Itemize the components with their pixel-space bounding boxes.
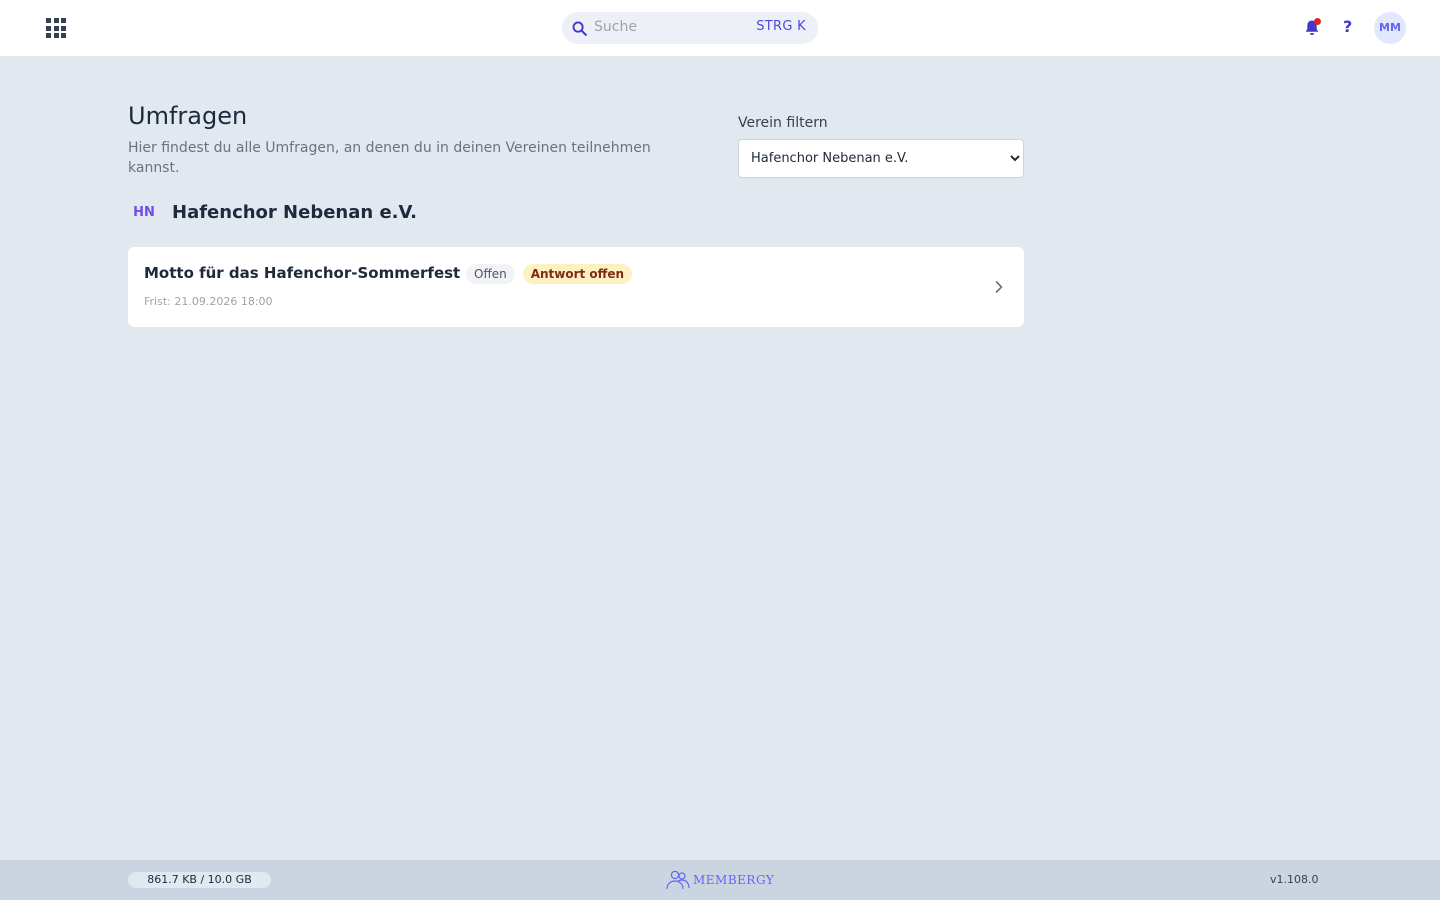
poll-card[interactable]: Motto für das Hafenchor-Sommerfest Offen… <box>128 247 1024 327</box>
notification-dot <box>1314 17 1321 25</box>
poll-title: Motto für das Hafenchor-Sommerfest <box>144 264 461 282</box>
club-initials-badge: HN <box>133 205 155 220</box>
help-button[interactable]: ? <box>1343 17 1352 36</box>
avatar[interactable]: MM <box>1374 12 1406 44</box>
notifications-button[interactable] <box>1302 17 1322 38</box>
club-name: Hafenchor Nebenan e.V. <box>172 202 417 223</box>
storage-usage-text: 861.7 KB / 10.0 GB <box>147 873 252 886</box>
answer-status-badge: Antwort offen <box>522 264 633 284</box>
app-version: v1.108.0 <box>1270 873 1319 886</box>
poll-status-badge: Offen <box>466 264 515 284</box>
app-grid-icon[interactable] <box>46 18 66 38</box>
search-shortcut: STRG K <box>756 19 806 34</box>
page-description: Hier findest du alle Umfragen, an denen … <box>128 140 651 176</box>
brand-name: MEMBERGY <box>693 873 775 887</box>
search-placeholder: Suche <box>594 19 637 35</box>
poll-deadline: Frist: 21.09.2026 18:00 <box>144 295 273 308</box>
search-input[interactable]: Suche STRG K <box>562 12 818 44</box>
club-filter-label: Verein filtern <box>738 115 828 131</box>
page-title: Umfragen <box>128 102 248 130</box>
membergy-logo-icon <box>666 870 690 890</box>
club-filter-select[interactable]: Hafenchor Nebenan e.V. <box>738 139 1024 178</box>
search-icon <box>572 21 587 36</box>
poll-badges: Offen Antwort offen <box>466 264 633 284</box>
chevron-right-icon <box>995 281 1003 293</box>
membergy-logo[interactable]: MEMBERGY <box>665 870 774 890</box>
top-bar: Suche STRG K ? MM <box>0 0 1440 56</box>
storage-usage-bar: 861.7 KB / 10.0 GB <box>128 872 271 888</box>
